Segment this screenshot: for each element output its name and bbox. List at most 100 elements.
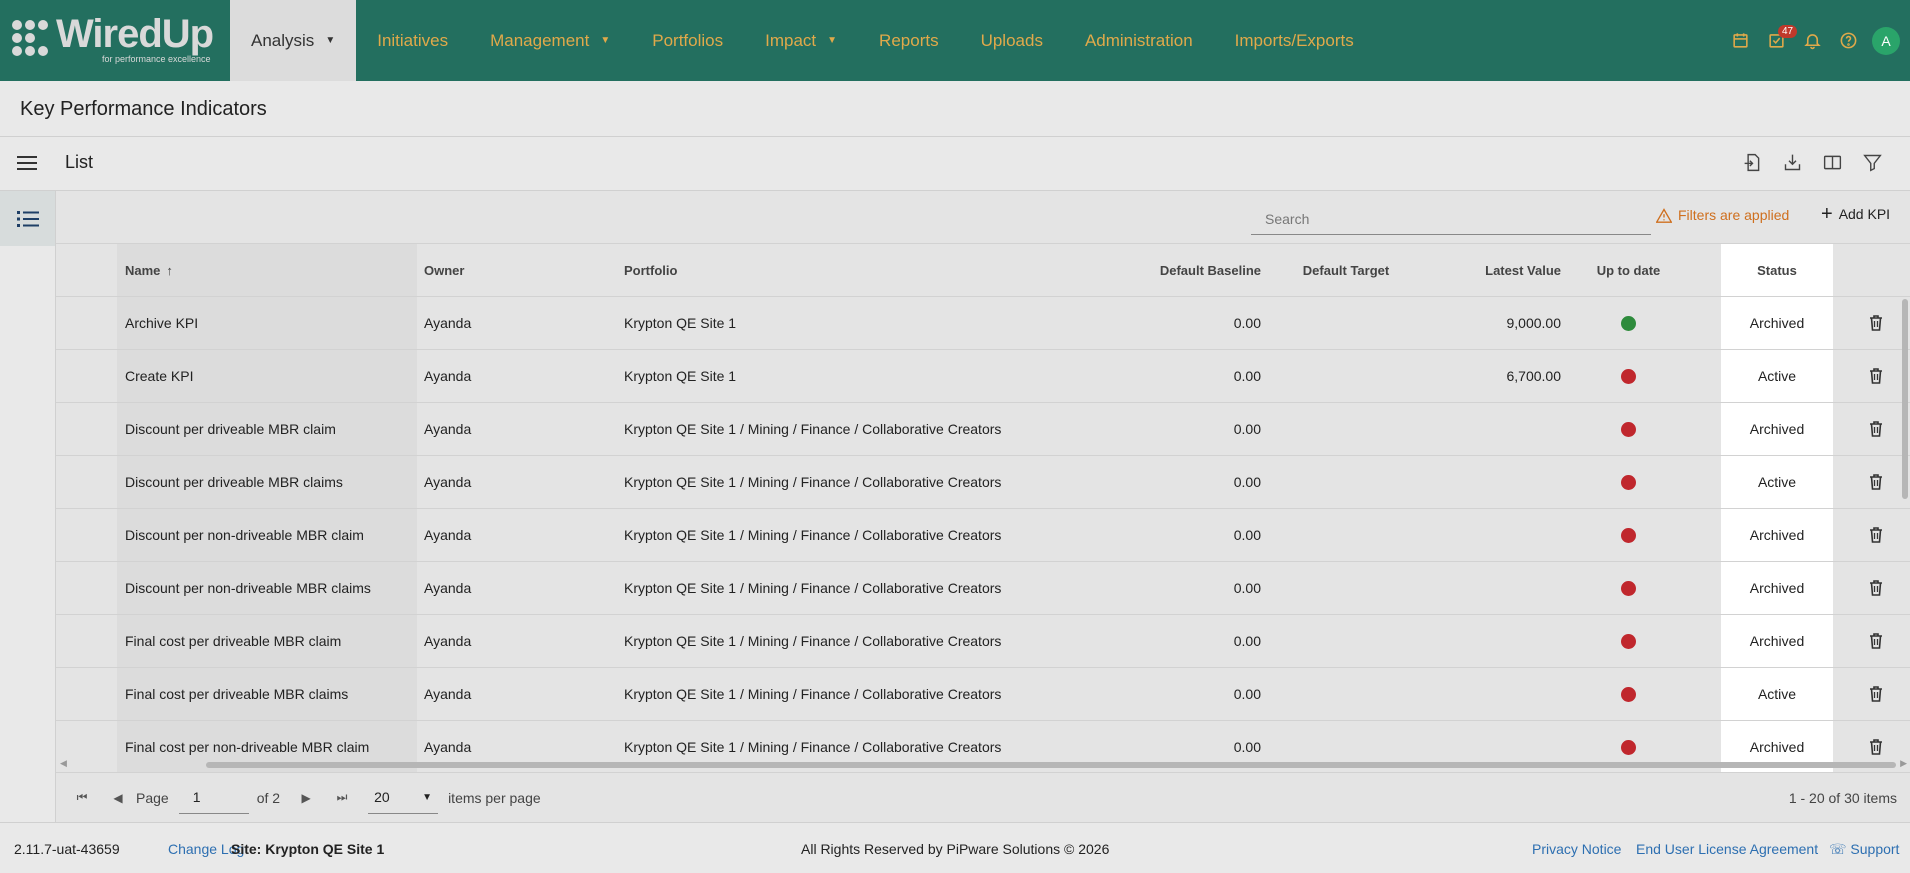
- import-icon[interactable]: [1732, 147, 1772, 177]
- eula-link[interactable]: End User License Agreement: [1636, 841, 1818, 857]
- nav-item-management[interactable]: Management ▼: [469, 0, 631, 81]
- table-row[interactable]: Discount per driveable MBR claim Ayanda Kr…: [56, 403, 1910, 456]
- table-row[interactable]: Final cost per driveable MBR claims Ayand…: [56, 668, 1910, 721]
- add-kpi-button[interactable]: + Add KPI: [1821, 204, 1891, 224]
- column-header-name[interactable]: Name ↑: [117, 244, 417, 296]
- delete-icon[interactable]: [1856, 562, 1896, 614]
- delete-icon[interactable]: [1856, 509, 1896, 561]
- cell-target: [1271, 562, 1421, 614]
- nav-label: Impact: [765, 30, 817, 50]
- nav-label: Management: [490, 30, 590, 50]
- cell-status: Archived: [1721, 562, 1833, 614]
- cell-up-to-date: [1576, 509, 1681, 561]
- cell-name: Final cost per driveable MBR claims: [125, 686, 349, 702]
- cell-latest-value: [1431, 509, 1561, 561]
- list-view-rail-button[interactable]: [0, 191, 55, 246]
- nav-label: Administration: [1084, 30, 1193, 50]
- cell-owner: Ayanda: [424, 421, 472, 437]
- items-per-page-label: items per page: [448, 789, 541, 806]
- filter-icon[interactable]: [1852, 147, 1892, 177]
- download-icon[interactable]: [1772, 147, 1812, 177]
- filters-applied-notice[interactable]: Filters are applied: [1656, 207, 1789, 223]
- cell-latest-value: [1431, 562, 1561, 614]
- nav-item-initiatives[interactable]: Initiatives: [356, 0, 469, 81]
- last-page-icon[interactable]: ⏭: [324, 780, 360, 816]
- table-row[interactable]: Discount per driveable MBR claims Ayanda K…: [56, 456, 1910, 509]
- first-page-icon[interactable]: ⏮: [64, 780, 100, 816]
- page-label: Page: [136, 789, 169, 806]
- cell-target: [1271, 668, 1421, 720]
- delete-icon[interactable]: [1856, 668, 1896, 720]
- delete-icon[interactable]: [1856, 297, 1896, 349]
- nav-label: Analysis: [251, 30, 315, 50]
- column-header-latest[interactable]: Latest Value: [1431, 244, 1561, 296]
- nav-item-administration[interactable]: Administration: [1064, 0, 1214, 81]
- page-size-select[interactable]: 20 ▼: [368, 782, 439, 814]
- prev-page-icon[interactable]: ◀: [100, 780, 136, 816]
- scroll-right-icon[interactable]: ▶: [1900, 758, 1907, 769]
- privacy-notice-link[interactable]: Privacy Notice: [1532, 841, 1621, 857]
- column-header-status[interactable]: Status: [1721, 244, 1833, 296]
- cell-portfolio: Krypton QE Site 1 / Mining / Finance / C…: [624, 580, 1002, 596]
- bell-icon[interactable]: [1794, 23, 1830, 59]
- cell-up-to-date: [1576, 615, 1681, 667]
- tasks-icon[interactable]: 47: [1758, 23, 1798, 59]
- table-row[interactable]: Final cost per driveable MBR claim Ayanda…: [56, 615, 1910, 668]
- cell-portfolio: Krypton QE Site 1 / Mining / Finance / C…: [624, 527, 1002, 543]
- columns-icon[interactable]: [1812, 147, 1852, 177]
- column-header-baseline[interactable]: Default Baseline: [1131, 244, 1261, 296]
- status-dot-red-icon: [1621, 368, 1636, 384]
- nav-item-analysis[interactable]: Analysis ▼: [230, 0, 357, 81]
- vertical-scrollbar[interactable]: [1900, 297, 1910, 759]
- cell-name: Discount per non-driveable MBR claims: [125, 580, 371, 596]
- next-page-icon[interactable]: ▶: [288, 780, 324, 816]
- help-icon[interactable]: [1830, 23, 1866, 59]
- nav-item-uploads[interactable]: Uploads: [960, 0, 1064, 81]
- delete-icon[interactable]: [1856, 615, 1896, 667]
- calendar-icon[interactable]: [1722, 23, 1758, 59]
- user-avatar[interactable]: A: [1872, 26, 1900, 55]
- column-header-uptodate[interactable]: Up to date: [1576, 244, 1681, 296]
- logo-title: WiredUp: [56, 12, 214, 56]
- delete-icon[interactable]: [1856, 403, 1896, 455]
- column-header-owner[interactable]: Owner: [424, 244, 614, 296]
- scroll-left-icon[interactable]: ◀: [60, 758, 67, 769]
- column-header-portfolio[interactable]: Portfolio: [624, 244, 1124, 296]
- cell-status: Archived: [1721, 615, 1833, 667]
- add-kpi-label: Add KPI: [1838, 206, 1891, 222]
- cell-latest-value: [1431, 456, 1561, 508]
- table-row[interactable]: Discount per non-driveable MBR claims Aya…: [56, 562, 1910, 615]
- search-input[interactable]: Search: [1251, 203, 1651, 235]
- table-row[interactable]: Create KPI Ayanda Krypton QE Site 1 0.00 6,7…: [56, 350, 1910, 403]
- nav-item-impact[interactable]: Impact ▼: [744, 0, 858, 81]
- cell-status: Active: [1721, 456, 1833, 508]
- table-row[interactable]: Archive KPI Ayanda Krypton QE Site 1 0.00 9,…: [56, 297, 1910, 350]
- cell-owner: Ayanda: [424, 368, 472, 384]
- kpi-grid: Search Filters are applied + Add KPI Nam…: [55, 191, 1910, 822]
- nav-label: Initiatives: [377, 30, 449, 50]
- nav-item-reports[interactable]: Reports: [858, 0, 960, 81]
- top-icons: 47 A: [1722, 0, 1910, 81]
- delete-icon[interactable]: [1856, 456, 1896, 508]
- cell-owner: Ayanda: [424, 315, 472, 331]
- page-number-input[interactable]: 1: [178, 782, 249, 814]
- column-header-target[interactable]: Default Target: [1271, 244, 1421, 296]
- cell-owner: Ayanda: [424, 474, 472, 490]
- hamburger-menu-icon[interactable]: [14, 150, 40, 176]
- caret-down-icon: ▼: [325, 35, 336, 46]
- cell-owner: Ayanda: [424, 633, 472, 649]
- header-label: Name: [125, 262, 161, 278]
- cell-status: Archived: [1721, 403, 1833, 455]
- scrollbar-thumb[interactable]: [1902, 299, 1908, 499]
- cell-status: Active: [1721, 350, 1833, 402]
- delete-icon[interactable]: [1856, 350, 1896, 402]
- wiredup-logo[interactable]: WiredUp for performance excellence: [12, 12, 217, 66]
- nav-item-portfolios[interactable]: Portfolios: [631, 0, 744, 81]
- horizontal-scrollbar[interactable]: ◀ ▶: [56, 758, 1910, 771]
- table-header: Name ↑ Owner Portfolio Default Baseline D…: [56, 243, 1910, 297]
- support-link[interactable]: ☏ Support: [1829, 841, 1899, 858]
- cell-portfolio: Krypton QE Site 1 / Mining / Finance / C…: [624, 633, 1002, 649]
- scrollbar-thumb[interactable]: [206, 762, 1896, 768]
- nav-item-imports-exports[interactable]: Imports/Exports: [1214, 0, 1375, 81]
- table-row[interactable]: Discount per non-driveable MBR claim Ayan…: [56, 509, 1910, 562]
